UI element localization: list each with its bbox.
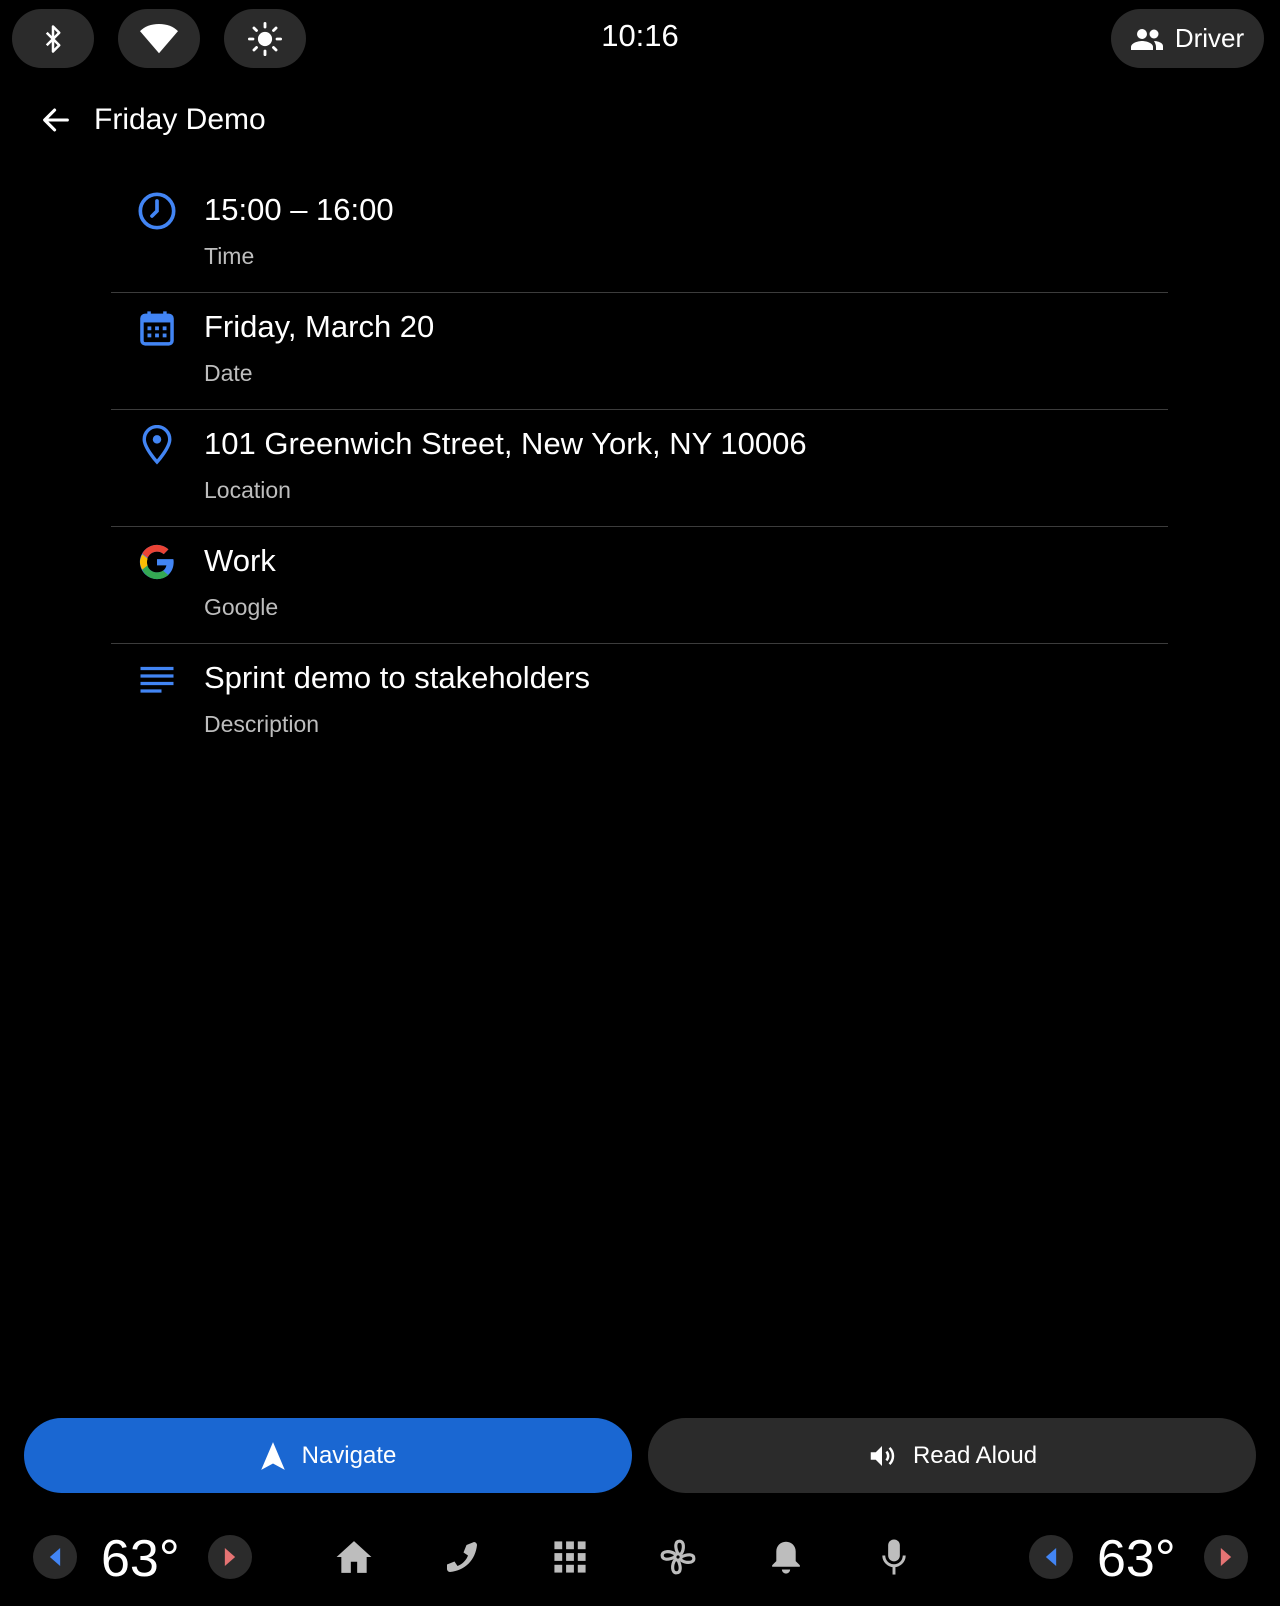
left-temp-up-button[interactable] — [208, 1535, 252, 1579]
time-value: 15:00 – 16:00 — [204, 192, 394, 227]
status-clock: 10:16 — [601, 18, 679, 53]
description-value: Sprint demo to stakeholders — [204, 660, 590, 695]
system-bar: 63° 63° — [0, 1525, 1280, 1595]
profile-button[interactable]: Driver — [1111, 9, 1264, 68]
home-button[interactable] — [332, 1535, 376, 1579]
calendar-name: Work — [204, 543, 276, 578]
detail-row-calendar: Work Google — [111, 527, 1168, 644]
microphone-icon — [882, 1539, 906, 1575]
detail-row-time: 15:00 – 16:00 Time — [111, 176, 1168, 293]
phone-icon — [447, 1542, 477, 1572]
voice-assistant-button[interactable] — [872, 1535, 916, 1579]
navigation-arrow-icon — [260, 1441, 285, 1470]
phone-button[interactable] — [440, 1535, 484, 1579]
people-icon — [1130, 28, 1163, 50]
chevron-right-icon — [224, 1548, 236, 1566]
date-value: Friday, March 20 — [204, 309, 435, 344]
right-temperature: 63° — [1097, 1530, 1176, 1588]
chevron-left-icon — [1045, 1548, 1057, 1566]
event-details-list: 15:00 – 16:00 Time Friday, March 20 Date — [111, 176, 1168, 760]
description-icon — [137, 659, 177, 699]
back-button[interactable] — [36, 100, 76, 140]
location-value: 101 Greenwich Street, New York, NY 10006 — [204, 426, 807, 461]
fan-button[interactable] — [656, 1535, 700, 1579]
calendar-account: Google — [204, 594, 279, 620]
page-title: Friday Demo — [94, 103, 266, 136]
speaker-icon — [870, 1445, 895, 1466]
navigate-button[interactable]: Navigate — [24, 1418, 632, 1493]
home-icon — [336, 1541, 372, 1573]
right-temp-up-button[interactable] — [1204, 1535, 1248, 1579]
navigate-label: Navigate — [301, 1441, 397, 1469]
time-label: Time — [204, 243, 255, 269]
location-pin-icon — [137, 425, 177, 465]
clock-icon — [137, 191, 177, 231]
right-temp-down-button[interactable] — [1029, 1535, 1073, 1579]
chevron-right-icon — [1220, 1548, 1232, 1566]
back-arrow-icon — [43, 108, 69, 132]
page-header: Friday Demo — [36, 100, 266, 140]
detail-row-date: Friday, March 20 Date — [111, 293, 1168, 410]
profile-label: Driver — [1174, 23, 1245, 53]
app-grid-button[interactable] — [548, 1535, 592, 1579]
app-grid-icon — [554, 1541, 586, 1573]
chevron-left-icon — [49, 1548, 61, 1566]
date-label: Date — [204, 360, 253, 386]
left-temp-down-button[interactable] — [33, 1535, 77, 1579]
read-aloud-label: Read Aloud — [912, 1441, 1038, 1469]
detail-row-description: Sprint demo to stakeholders Description — [111, 644, 1168, 760]
notifications-button[interactable] — [764, 1535, 808, 1579]
fan-icon — [660, 1539, 696, 1575]
bell-icon — [772, 1541, 800, 1574]
calendar-icon — [137, 308, 177, 348]
description-label: Description — [204, 711, 320, 737]
google-icon — [137, 542, 177, 582]
detail-row-location[interactable]: 101 Greenwich Street, New York, NY 10006… — [111, 410, 1168, 527]
read-aloud-button[interactable]: Read Aloud — [648, 1418, 1256, 1493]
location-label: Location — [204, 477, 291, 503]
left-temperature: 63° — [101, 1530, 180, 1588]
